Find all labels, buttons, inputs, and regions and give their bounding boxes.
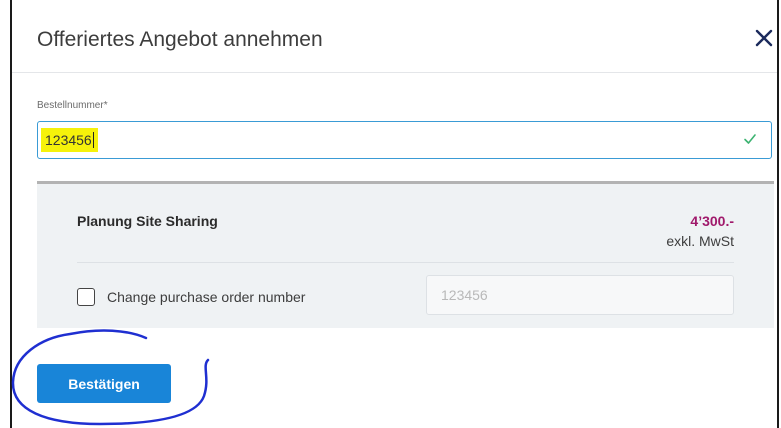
price-note: exkl. MwSt: [666, 233, 734, 249]
accept-offer-dialog: Offeriertes Angebot annehmen Bestellnumm…: [12, 0, 777, 428]
page: Offeriertes Angebot annehmen Bestellnumm…: [0, 0, 781, 428]
order-number-label: Bestellnummer*: [37, 100, 108, 111]
confirm-button[interactable]: Bestätigen: [37, 364, 171, 403]
change-po-label: Change purchase order number: [107, 289, 306, 305]
po-number-input[interactable]: 123456: [426, 275, 734, 315]
close-icon: [755, 29, 773, 47]
order-number-input[interactable]: 123456: [37, 121, 772, 159]
dialog-title: Offeriertes Angebot annehmen: [37, 28, 323, 51]
order-summary: Planung Site Sharing 4’300.- exkl. MwSt …: [37, 181, 774, 328]
dialog-header: Offeriertes Angebot annehmen: [12, 0, 777, 73]
right-border: [777, 0, 779, 428]
change-po-checkbox[interactable]: [77, 288, 95, 306]
check-icon: [744, 134, 756, 144]
product-name: Planung Site Sharing: [77, 213, 218, 229]
divider: [77, 262, 734, 263]
product-price: 4’300.-: [690, 213, 734, 229]
order-number-value: 123456: [41, 128, 98, 152]
close-button[interactable]: [754, 28, 774, 48]
